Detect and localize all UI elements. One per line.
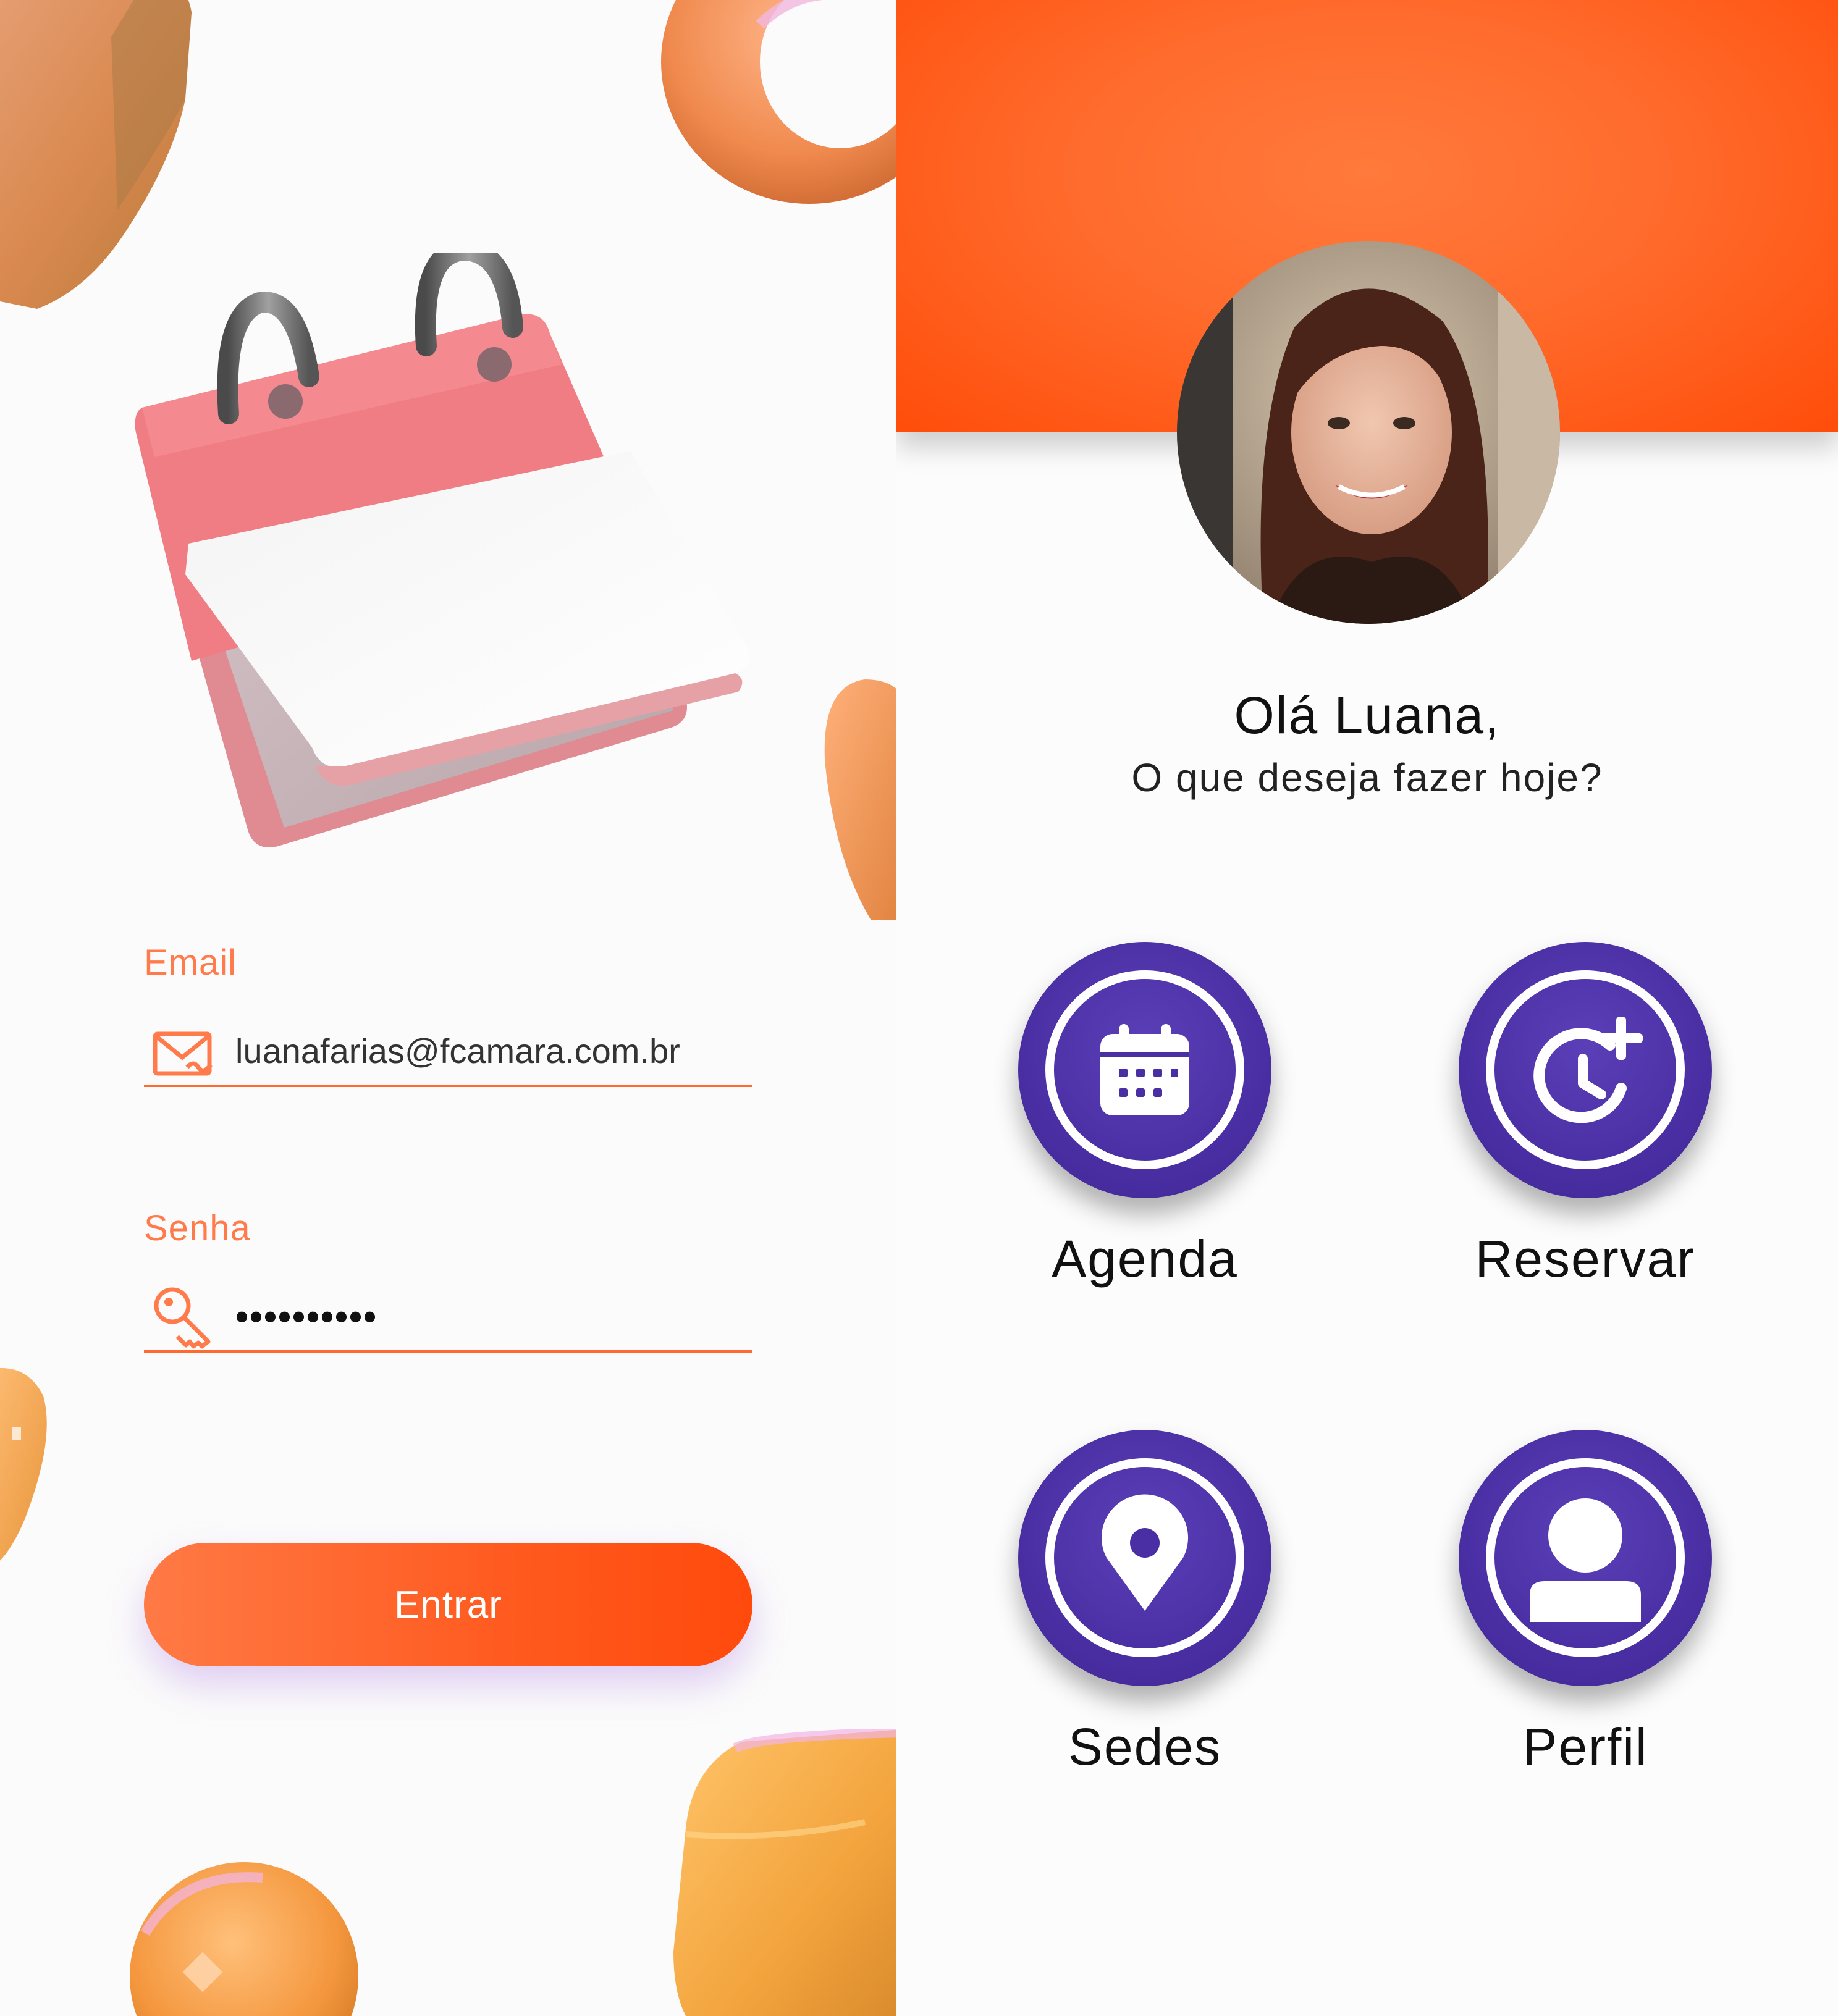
greeting-subtitle: O que deseja fazer hoje? bbox=[1131, 755, 1603, 800]
decorative-ring-top-right bbox=[661, 0, 896, 204]
avatar-photo bbox=[1177, 241, 1560, 624]
password-input[interactable] bbox=[235, 1295, 730, 1338]
perfil-circle bbox=[1459, 1430, 1712, 1686]
decorative-sphere-bottom bbox=[130, 1862, 358, 2016]
email-input[interactable] bbox=[235, 1029, 730, 1072]
agenda-button[interactable]: Agenda bbox=[984, 942, 1305, 1374]
clock-plus-icon bbox=[1533, 1017, 1643, 1124]
sedes-label: Sedes bbox=[1068, 1718, 1222, 1776]
decorative-capsule-right bbox=[824, 679, 896, 920]
avatar[interactable] bbox=[1177, 241, 1560, 624]
location-pin-icon bbox=[1102, 1494, 1188, 1611]
home-screen: Olá Luana, O que deseja fazer hoje? Agen… bbox=[896, 0, 1838, 2016]
calendar-icon bbox=[1100, 1024, 1189, 1115]
mail-icon bbox=[153, 1031, 213, 1076]
email-field[interactable] bbox=[144, 1013, 752, 1087]
perfil-button[interactable]: Perfil bbox=[1425, 1430, 1746, 1862]
greeting-title: Olá Luana, bbox=[1234, 686, 1501, 744]
login-screen: Email Senha Entrar bbox=[0, 0, 896, 2016]
reservar-circle bbox=[1459, 942, 1712, 1198]
email-label: Email bbox=[144, 943, 237, 983]
decorative-capsule-left bbox=[0, 1368, 47, 1561]
user-icon bbox=[1530, 1498, 1641, 1622]
decorative-cube-bottom-right bbox=[673, 1729, 896, 2016]
entrar-button[interactable]: Entrar bbox=[144, 1543, 752, 1666]
sedes-button[interactable]: Sedes bbox=[984, 1430, 1305, 1862]
password-label: Senha bbox=[144, 1208, 251, 1248]
agenda-circle bbox=[1018, 942, 1271, 1198]
key-icon bbox=[154, 1287, 211, 1349]
agenda-label: Agenda bbox=[1052, 1230, 1238, 1288]
reservar-button[interactable]: Reservar bbox=[1425, 942, 1746, 1374]
perfil-label: Perfil bbox=[1522, 1718, 1648, 1776]
calendar-illustration bbox=[135, 253, 749, 847]
reservar-label: Reservar bbox=[1475, 1230, 1696, 1288]
sedes-circle bbox=[1018, 1430, 1271, 1686]
password-field[interactable] bbox=[144, 1279, 752, 1353]
